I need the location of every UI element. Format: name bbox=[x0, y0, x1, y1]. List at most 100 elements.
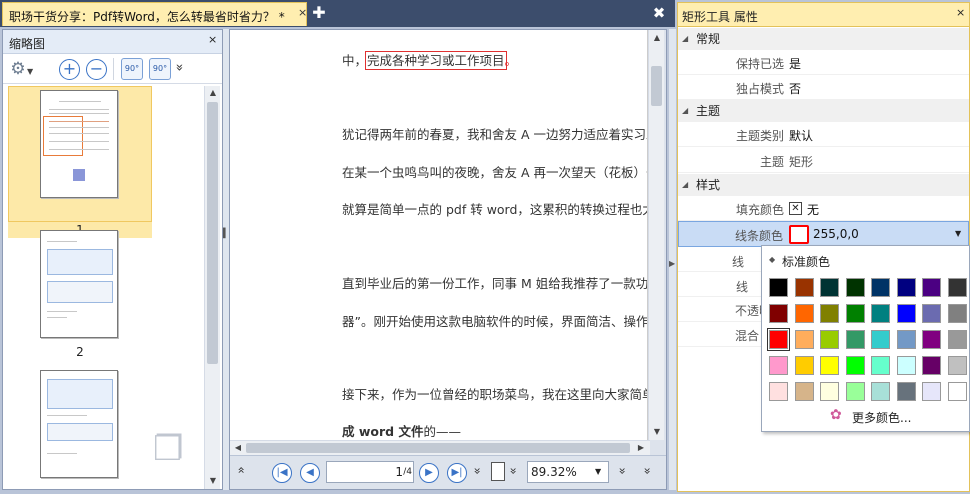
chevron-down-icon[interactable]: ▼ bbox=[955, 229, 961, 238]
document-vertical-scrollbar[interactable]: ▲ ▼ bbox=[648, 30, 664, 440]
theme-value[interactable]: 矩形 bbox=[789, 153, 813, 170]
previous-page-button[interactable]: ◀ bbox=[300, 463, 320, 483]
scrollbar-thumb[interactable] bbox=[246, 443, 630, 453]
rotate-left-icon[interactable]: 90° bbox=[121, 58, 143, 80]
document-horizontal-scrollbar[interactable]: ◀ ▶ bbox=[230, 440, 650, 455]
right-splitter[interactable]: ▶ bbox=[669, 29, 676, 490]
rotate-right-icon[interactable]: 90° bbox=[149, 58, 171, 80]
row-theme[interactable]: 主题 矩形 bbox=[678, 148, 969, 173]
line-color-value[interactable]: 255,0,0 bbox=[813, 227, 859, 241]
collapse-icon[interactable]: ◢ bbox=[682, 174, 688, 196]
first-page-button[interactable]: |◀ bbox=[272, 463, 292, 483]
scroll-left-icon[interactable]: ◀ bbox=[231, 441, 245, 455]
add-tab-icon[interactable]: ✚ bbox=[311, 5, 327, 21]
color-swatch[interactable] bbox=[845, 278, 865, 297]
page-view-icon[interactable] bbox=[491, 462, 505, 481]
row-keep-selected[interactable]: 保持已选 是 bbox=[678, 50, 969, 75]
color-swatch[interactable] bbox=[922, 356, 941, 375]
color-swatch[interactable] bbox=[896, 278, 916, 297]
more-options-icon[interactable]: » bbox=[171, 64, 186, 72]
no-fill-icon[interactable]: ✕ bbox=[789, 202, 802, 215]
row-exclusive-mode[interactable]: 独占模式 否 bbox=[678, 75, 969, 100]
color-swatch[interactable] bbox=[922, 330, 941, 349]
scroll-down-icon[interactable]: ▼ bbox=[650, 425, 664, 439]
more-options-icon[interactable]: » bbox=[641, 467, 655, 474]
color-swatch[interactable] bbox=[794, 278, 814, 297]
view-options-icon[interactable]: » bbox=[507, 467, 521, 474]
color-swatch[interactable] bbox=[947, 356, 967, 375]
zoom-in-icon[interactable]: + bbox=[59, 59, 80, 80]
line-color-swatch[interactable] bbox=[789, 225, 809, 244]
color-swatch[interactable] bbox=[845, 330, 865, 349]
page-thumbnail-1[interactable] bbox=[40, 90, 118, 198]
chevron-down-icon[interactable]: ▼ bbox=[27, 67, 33, 76]
tab-close-icon[interactable]: × bbox=[298, 6, 307, 20]
color-swatch[interactable] bbox=[767, 328, 790, 351]
scrollbar-thumb[interactable] bbox=[651, 66, 662, 106]
category-general[interactable]: ◢ 常规 bbox=[678, 28, 969, 50]
color-wheel-icon[interactable]: ✿ bbox=[830, 407, 842, 423]
color-swatch[interactable] bbox=[769, 356, 788, 375]
color-swatch[interactable] bbox=[871, 278, 890, 297]
zoom-out-icon[interactable]: − bbox=[86, 59, 107, 80]
color-swatch[interactable] bbox=[922, 382, 941, 401]
color-swatch[interactable] bbox=[845, 356, 865, 375]
color-swatch[interactable] bbox=[845, 304, 865, 323]
scroll-up-icon[interactable]: ▲ bbox=[650, 31, 664, 45]
collapse-right-icon[interactable]: ▶ bbox=[669, 259, 675, 268]
row-theme-type[interactable]: 主题类别 默认 bbox=[678, 122, 969, 147]
color-swatch[interactable] bbox=[871, 382, 890, 401]
color-swatch[interactable] bbox=[896, 304, 916, 323]
color-swatch[interactable] bbox=[922, 304, 941, 323]
scroll-down-icon[interactable]: ▼ bbox=[206, 474, 220, 488]
next-page-button[interactable]: ▶ bbox=[419, 463, 439, 483]
color-swatch[interactable] bbox=[769, 382, 788, 401]
color-swatch[interactable] bbox=[896, 382, 916, 401]
scroll-up-icon[interactable]: ▲ bbox=[206, 86, 220, 100]
color-swatch[interactable] bbox=[896, 330, 916, 349]
color-swatch[interactable] bbox=[845, 382, 865, 401]
thumbnail-scrollbar[interactable]: ▲ ▼ bbox=[204, 86, 220, 489]
color-swatch[interactable] bbox=[947, 382, 967, 401]
properties-close-icon[interactable]: × bbox=[956, 6, 965, 19]
gear-icon[interactable]: ⚙ bbox=[7, 58, 29, 80]
category-style[interactable]: ◢ 样式 bbox=[678, 174, 969, 196]
collapse-icon[interactable]: ◢ bbox=[682, 28, 688, 50]
scrollbar-thumb[interactable] bbox=[207, 102, 218, 364]
category-theme[interactable]: ◢ 主题 bbox=[678, 100, 969, 122]
collapse-icon[interactable]: ◢ bbox=[682, 100, 688, 122]
theme-type-value[interactable]: 默认 bbox=[789, 127, 813, 144]
color-swatch[interactable] bbox=[871, 356, 890, 375]
color-swatch[interactable] bbox=[794, 356, 814, 375]
more-colors-button[interactable]: 更多颜色... bbox=[852, 409, 911, 426]
color-swatch[interactable] bbox=[922, 278, 941, 297]
highlighted-text[interactable]: 完成各种学习或工作项目 bbox=[365, 51, 507, 70]
chevron-down-icon[interactable]: ▼ bbox=[595, 462, 601, 482]
nav-more-icon[interactable]: « bbox=[235, 466, 249, 473]
color-swatch[interactable] bbox=[896, 356, 916, 375]
color-swatch[interactable] bbox=[871, 304, 890, 323]
exclusive-mode-value[interactable]: 否 bbox=[789, 80, 801, 97]
color-swatch[interactable] bbox=[947, 330, 967, 349]
page-number-input[interactable]: 1 /4 bbox=[326, 461, 414, 483]
scroll-right-icon[interactable]: ▶ bbox=[634, 441, 648, 455]
thumbnail-close-icon[interactable]: × bbox=[208, 33, 217, 46]
document-tab[interactable]: 职场干货分享：Pdf转Word，怎么转最省时省力？ * × bbox=[2, 2, 307, 26]
last-page-button[interactable]: ▶| bbox=[447, 463, 467, 483]
keep-selected-value[interactable]: 是 bbox=[789, 55, 801, 72]
nav-options-icon[interactable]: » bbox=[471, 467, 485, 474]
fill-color-value[interactable]: 无 bbox=[807, 201, 819, 218]
color-swatch[interactable] bbox=[794, 330, 814, 349]
color-swatch[interactable] bbox=[820, 304, 839, 323]
color-swatch[interactable] bbox=[820, 278, 839, 297]
row-line-color[interactable]: 线条颜色 255,0,0 ▼ bbox=[678, 221, 969, 247]
color-swatch[interactable] bbox=[947, 304, 967, 323]
color-swatch[interactable] bbox=[769, 278, 788, 297]
row-fill-color[interactable]: 填充颜色 ✕ 无 bbox=[678, 196, 969, 221]
color-swatch[interactable] bbox=[871, 330, 890, 349]
color-swatch[interactable] bbox=[820, 330, 839, 349]
color-swatch[interactable] bbox=[947, 278, 967, 297]
color-swatch[interactable] bbox=[794, 382, 814, 401]
close-document-icon[interactable]: ✖ bbox=[651, 5, 667, 21]
page-thumbnail-2[interactable] bbox=[40, 230, 118, 338]
